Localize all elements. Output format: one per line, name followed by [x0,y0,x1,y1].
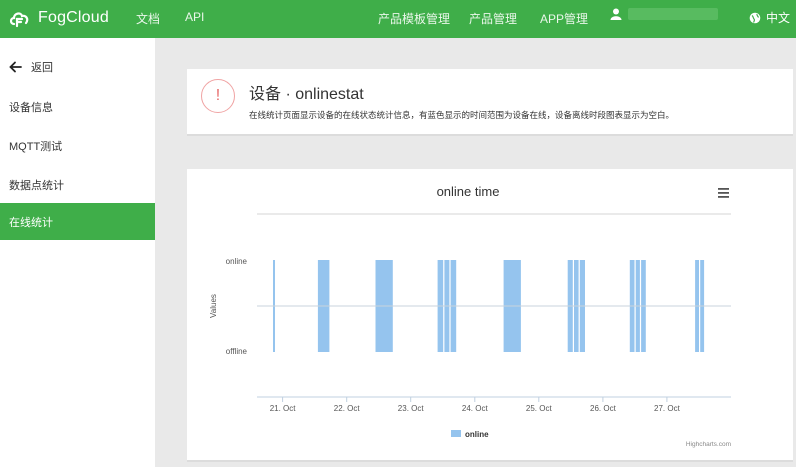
legend-swatch [451,430,461,437]
nav-docs[interactable]: 文档 [136,10,160,27]
nav-product-template[interactable]: 产品模板管理 [378,10,450,27]
brand-name: FogCloud [38,9,109,26]
globe-icon [749,12,761,23]
sidebar-item-label: 数据点统计 [9,179,64,192]
nav-app-manage[interactable]: APP管理 [540,10,588,27]
arrow-left-icon [9,61,22,72]
user-menu[interactable] [610,8,718,20]
info-notice: ! 设备 · onlinestat 在线统计页面显示设备的在线状态统计信息，有蓝… [187,69,793,136]
x-tick-label: 23. Oct [398,404,425,413]
sidebar-item-label: MQTT测试 [9,140,63,153]
y-tick-online: online [226,257,248,266]
alert-icon: ! [201,79,235,113]
language-label: 中文 [766,11,791,25]
nav-product-manage[interactable]: 产品管理 [469,10,517,27]
top-nav-bar: FogCloud 文档 API 产品模板管理 产品管理 APP管理 中文 [0,0,796,38]
y-tick-offline: offline [226,347,248,356]
legend-item-online[interactable]: online [451,430,489,439]
y-axis-label: Values [209,294,218,318]
language-switch[interactable]: 中文 [749,9,790,26]
sidebar: 返回 设备信息 MQTT测试 数据点统计 在线统计 [0,38,155,467]
sidebar-item-datapoint-stats[interactable]: 数据点统计 [0,166,155,203]
hamburger-menu-icon[interactable] [718,188,729,198]
cloud-logo-icon [9,12,29,28]
sidebar-item-label: 在线统计 [9,216,53,229]
user-icon [610,8,622,20]
sidebar-item-label: 设备信息 [9,101,53,114]
legend-label: online [465,430,489,439]
x-tick-label: 21. Oct [270,404,297,413]
chart-credits[interactable]: Highcharts.com [686,441,731,448]
sidebar-item-mqtt-test[interactable]: MQTT测试 [0,127,155,164]
username-redacted [628,8,718,20]
sidebar-item-device-info[interactable]: 设备信息 [0,88,155,125]
back-link[interactable]: 返回 [0,48,155,85]
brand-logo[interactable]: FogCloud [8,6,109,30]
online-time-chart: online time Values online offline 21. Oc… [209,184,731,448]
sidebar-item-online-stats[interactable]: 在线统计 [0,203,155,240]
notice-description: 在线统计页面显示设备的在线状态统计信息，有蓝色显示的时间范围为设备在线，设备离线… [249,110,675,120]
back-label: 返回 [31,61,53,74]
x-tick-label: 24. Oct [462,404,489,413]
chart-card: online time Values online offline 21. Oc… [187,169,793,462]
x-tick-label: 26. Oct [590,404,617,413]
x-tick-label: 27. Oct [654,404,681,413]
chart-title: online time [437,184,500,199]
x-tick-label: 25. Oct [526,404,553,413]
x-axis-ticks: 21. Oct 22. Oct 23. Oct 24. Oct 25. Oct 26. O… [270,397,681,413]
x-tick-label: 22. Oct [334,404,361,413]
page-title: 设备 · onlinestat [249,86,364,103]
nav-api[interactable]: API [185,10,204,24]
